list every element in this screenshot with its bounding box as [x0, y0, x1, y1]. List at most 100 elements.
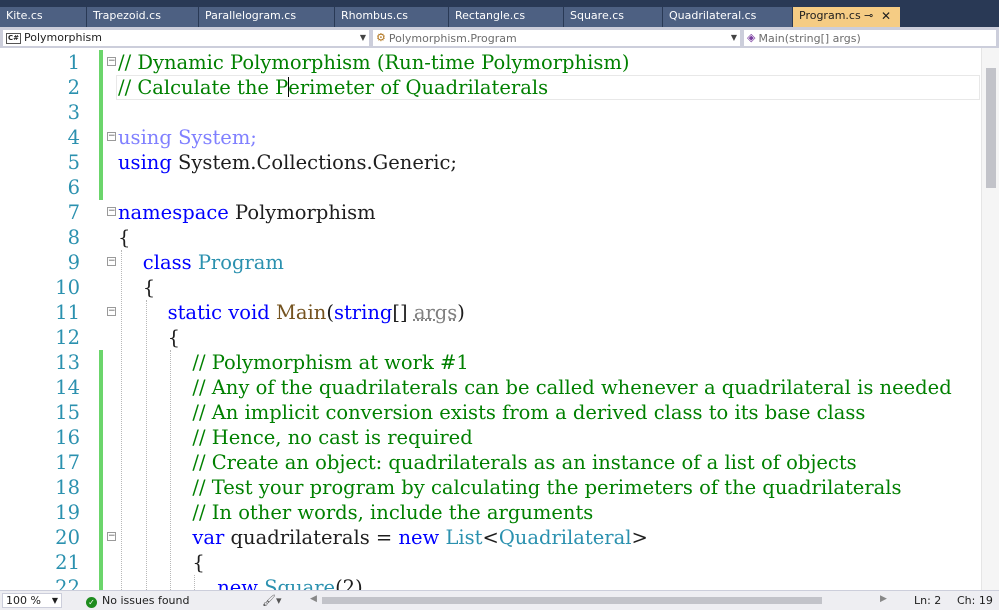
code-token: <: [482, 526, 499, 549]
change-marker: [99, 450, 103, 475]
code-token: Main: [275, 301, 327, 324]
code-token: // Create an object: quadrilaterals as a…: [192, 451, 857, 474]
tab-trapezoid[interactable]: Trapezoid.cs: [87, 7, 198, 27]
tab-parallelogram[interactable]: Parallelogram.cs: [199, 7, 334, 27]
code-token: new: [398, 526, 440, 549]
collapse-icon[interactable]: −: [107, 57, 116, 66]
code-line[interactable]: 4 − using System;: [0, 125, 980, 150]
line-number: 22: [55, 576, 80, 590]
code-token: namespace: [118, 201, 229, 224]
code-editor[interactable]: 1−// Dynamic Polymorphism (Run-time Poly…: [0, 48, 999, 590]
scroll-left-icon[interactable]: ◀: [310, 594, 317, 604]
code-token: // Polymorphism at work #1: [192, 351, 469, 374]
scroll-right-icon[interactable]: ▶: [880, 594, 887, 604]
code-line[interactable]: 14 // Any of the quadrilaterals can be c…: [0, 375, 980, 400]
line-number: 17: [55, 451, 80, 474]
code-token: {: [118, 276, 156, 299]
code-token: System.Collections.Generic;: [171, 151, 457, 174]
collapse-icon[interactable]: −: [107, 257, 116, 266]
member-dropdown[interactable]: ◈ Main(string[] args): [743, 29, 997, 47]
code-line[interactable]: 11 − static void Main(string[] args): [0, 300, 980, 325]
code-line[interactable]: 13 // Polymorphism at work #1: [0, 350, 980, 375]
code-cleanup-icon[interactable]: 🖌▾: [262, 592, 282, 609]
code-line[interactable]: 7 − namespace Polymorphism: [0, 200, 980, 225]
code-token: quadrilaterals =: [224, 526, 399, 549]
tab-rhombus[interactable]: Rhombus.cs: [335, 7, 448, 27]
code-token: using: [118, 151, 172, 174]
type-dropdown[interactable]: ⚙ Polymorphism.Program ▼: [372, 29, 741, 47]
scrollbar-thumb[interactable]: [986, 68, 996, 188]
line-number: 19: [55, 501, 80, 524]
code-line[interactable]: 10 {: [0, 275, 980, 300]
line-indicator: Ln: 2: [914, 594, 942, 607]
collapse-icon[interactable]: −: [107, 532, 116, 541]
change-marker: [99, 350, 103, 375]
code-text: {: [118, 325, 180, 350]
code-line[interactable]: 9 − class Program: [0, 250, 980, 275]
code-text: // An implicit conversion exists from a …: [118, 400, 865, 425]
code-line[interactable]: 6: [0, 175, 980, 200]
navigation-bar: C# Polymorphism ▼ ⚙ Polymorphism.Program ▼…: [0, 27, 999, 48]
check-circle-icon: ✓: [86, 597, 97, 608]
code-line[interactable]: 5 using System.Collections.Generic;: [0, 150, 980, 175]
change-marker: [99, 375, 103, 400]
line-number: 4: [67, 126, 80, 149]
code-token: // Any of the quadrilaterals can be call…: [192, 376, 952, 399]
issues-text: No issues found: [102, 594, 190, 607]
tab-square[interactable]: Square.cs: [564, 7, 662, 27]
code-line[interactable]: 18 // Test your program by calculating t…: [0, 475, 980, 500]
tab-rectangle[interactable]: Rectangle.cs: [449, 7, 563, 27]
code-text: {: [118, 275, 155, 300]
code-line[interactable]: 22 new Square(2): [0, 575, 980, 590]
tab-kite[interactable]: Kite.cs: [0, 7, 86, 27]
code-line[interactable]: 8{: [0, 225, 980, 250]
change-marker: [99, 500, 103, 525]
code-line[interactable]: 16 // Hence, no cast is required: [0, 425, 980, 450]
tab-label: Square.cs: [570, 9, 625, 22]
tab-quadrilateral[interactable]: Quadrilateral.cs: [663, 7, 792, 27]
code-line[interactable]: 15 // An implicit conversion exists from…: [0, 400, 980, 425]
horizontal-scrollbar[interactable]: ◀ ▶: [310, 594, 896, 606]
collapse-icon[interactable]: −: [107, 307, 116, 316]
code-token: // In other words, include the arguments: [192, 501, 594, 524]
pin-icon[interactable]: ⊸: [864, 7, 873, 25]
code-token: (2): [335, 576, 363, 590]
code-token: using: [118, 126, 172, 149]
issues-indicator[interactable]: ✓ No issues found: [86, 592, 189, 609]
code-line[interactable]: 3: [0, 100, 980, 125]
tab-label: Program.cs: [799, 9, 861, 22]
code-text: // Create an object: quadrilaterals as a…: [118, 450, 857, 475]
zoom-dropdown[interactable]: 100 % ▼: [2, 593, 62, 608]
collapse-icon[interactable]: −: [107, 207, 116, 216]
code-line[interactable]: 17 // Create an object: quadrilaterals a…: [0, 450, 980, 475]
line-number: 7: [67, 201, 80, 224]
code-line[interactable]: 19 // In other words, include the argume…: [0, 500, 980, 525]
scrollbar-thumb[interactable]: [322, 597, 822, 604]
code-token: {: [118, 226, 131, 249]
code-token: // An implicit conversion exists from a …: [192, 401, 866, 424]
project-dropdown[interactable]: C# Polymorphism ▼: [2, 29, 370, 47]
document-tab-strip: Kite.cs Trapezoid.cs Parallelogram.cs Rh…: [0, 0, 999, 27]
vertical-scrollbar[interactable]: [981, 48, 999, 590]
code-line[interactable]: 2 // Calculate the Perimeter of Quadrilat…: [0, 75, 980, 100]
line-number: 10: [55, 276, 80, 299]
code-token: Program: [197, 251, 284, 274]
code-line[interactable]: 12 {: [0, 325, 980, 350]
code-line[interactable]: 21 {: [0, 550, 980, 575]
tab-label: Rhombus.cs: [341, 9, 409, 22]
close-icon[interactable]: ✕: [881, 7, 891, 25]
code-line[interactable]: 20 − var quadrilaterals = new List<Quadri…: [0, 525, 980, 550]
code-text: // Dynamic Polymorphism (Run-time Polymo…: [118, 50, 629, 75]
tab-program[interactable]: Program.cs ⊸ ✕: [793, 7, 900, 27]
line-number: 21: [55, 551, 80, 574]
tab-label: Trapezoid.cs: [93, 9, 161, 22]
line-number: 18: [55, 476, 80, 499]
indent-guide: [170, 350, 171, 590]
code-text: // Hence, no cast is required: [118, 425, 472, 450]
code-line[interactable]: 1 −// Dynamic Polymorphism (Run-time Poly…: [0, 50, 980, 75]
collapse-icon[interactable]: −: [107, 132, 116, 141]
